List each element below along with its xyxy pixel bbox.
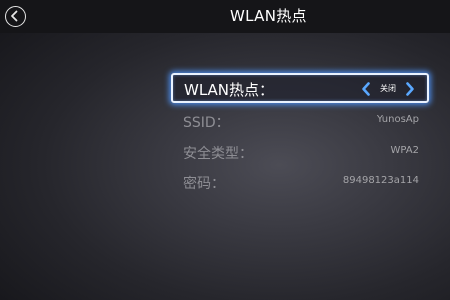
ssid-value: YunosAp [376,114,419,125]
hotspot-toggle-value: 关闭 [380,84,396,93]
password-label: 密码： [183,176,225,192]
password-value: 89498123a114 [342,175,419,186]
ssid-row[interactable]: SSID： YunosAp [171,106,429,136]
chevron-right-icon[interactable] [404,81,416,97]
hotspot-toggle-row[interactable]: WLAN热点： 关闭 [171,73,429,103]
back-arrow-icon[interactable] [5,6,26,27]
hotspot-label: WLAN热点： [184,81,275,99]
security-type-label: 安全类型： [183,146,253,162]
password-row[interactable]: 密码： 89498123a114 [171,167,429,197]
security-type-row[interactable]: 安全类型： WPA2 [171,137,429,167]
header-bar: WLAN热点 [0,0,450,33]
ssid-label: SSID： [183,115,230,131]
page-title: WLAN热点 [230,7,307,25]
security-type-value: WPA2 [390,145,419,156]
